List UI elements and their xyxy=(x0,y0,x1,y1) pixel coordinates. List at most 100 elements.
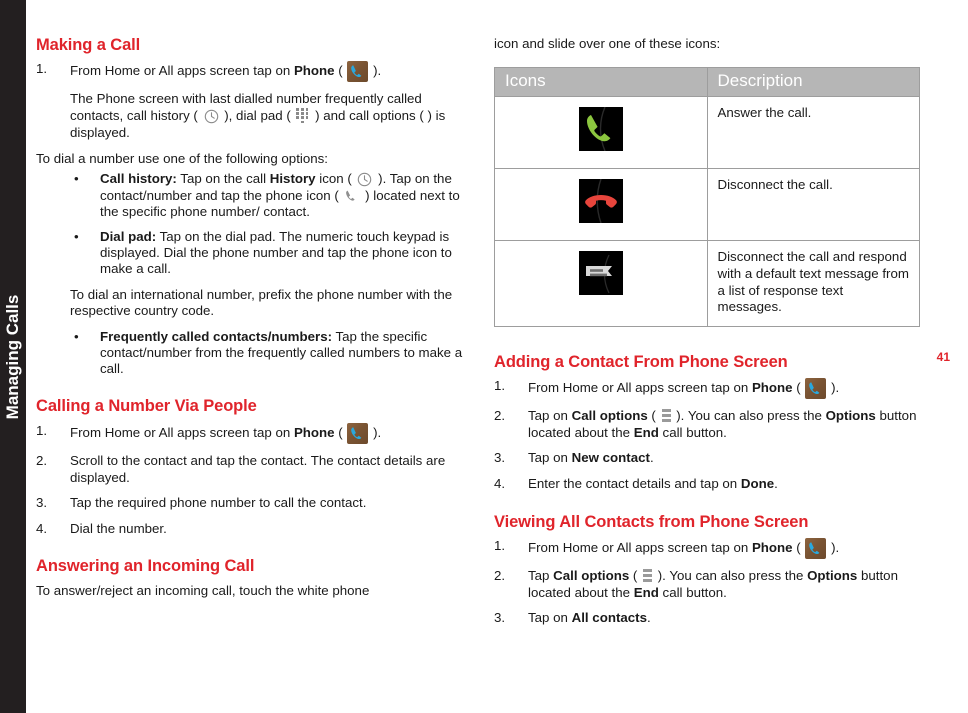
list-item: 1. From Home or All apps screen tap on P… xyxy=(36,422,466,444)
page-number: 41 xyxy=(936,350,950,364)
history-clock-icon xyxy=(204,109,219,124)
step-text-2: . xyxy=(649,450,654,466)
paren-close: ). xyxy=(369,63,382,79)
phone-app-icon xyxy=(805,378,827,400)
left-column: Making a Call 1. From Home or All apps s… xyxy=(36,36,466,608)
bullet-text-2: icon ( xyxy=(315,171,356,187)
heading-making-a-call: Making a Call xyxy=(36,36,141,54)
step-text-pre: From Home or All apps screen tap on xyxy=(528,540,752,556)
bold-phone: Phone xyxy=(751,380,793,396)
list-item: 1. From Home or All apps screen tap on P… xyxy=(36,61,466,83)
list-item: 2. Tap Call options ( ). You can also pr… xyxy=(494,568,934,601)
step-text-5: call button. xyxy=(658,424,727,440)
bullet-label-dial-pad: Dial pad: xyxy=(100,228,157,244)
call-options-icon xyxy=(661,409,671,424)
list-body: Tap Call options ( ). You can also press… xyxy=(528,568,934,601)
list-item: 4. Dial the number. xyxy=(36,521,466,538)
list-body: Frequently called contacts/numbers: Tap … xyxy=(100,329,466,378)
bold-new-contact: New contact xyxy=(571,450,650,466)
cell-description: Answer the call. xyxy=(706,96,920,170)
list-item: 2. Scroll to the contact and tap the con… xyxy=(36,453,466,486)
step-text-1: Tap on xyxy=(528,408,572,424)
list-item: 4. Enter the contact details and tap on … xyxy=(494,476,934,493)
list-body: Call history: Tap on the call History ic… xyxy=(100,171,466,220)
list-item: 3. Tap on All contacts. xyxy=(494,610,934,627)
step-text-pre: From Home or All apps screen tap on xyxy=(70,424,294,440)
list-item: • Dial pad: Tap on the dial pad. The num… xyxy=(70,229,466,278)
list-item: 3. Tap on New contact. xyxy=(494,450,934,467)
desc-part-2: ), dial pad ( xyxy=(220,108,295,124)
list-body: Tap on Call options ( ). You can also pr… xyxy=(528,408,934,441)
list-body: From Home or All apps screen tap on Phon… xyxy=(528,378,934,400)
paren-close: ). xyxy=(827,380,840,396)
list-number: 3. xyxy=(36,495,48,511)
right-column: icon and slide over one of these icons: … xyxy=(494,36,934,636)
chapter-tab-label: Managing Calls xyxy=(3,294,22,419)
phone-screen-description: The Phone screen with last dialled numbe… xyxy=(70,91,466,141)
step-text-2: . xyxy=(774,476,778,492)
cell-icon xyxy=(494,96,708,170)
bold-end: End xyxy=(633,424,659,440)
reject-with-message-icon xyxy=(578,251,623,296)
paren-open: ( xyxy=(792,380,805,396)
step-text-pre: From Home or All apps screen tap on xyxy=(528,380,752,396)
list-body: Scroll to the contact and tap the contac… xyxy=(70,452,446,485)
manual-page: Managing Calls Making a Call 1. From Hom… xyxy=(0,0,968,713)
bullet-label-call-history: Call history: xyxy=(100,171,177,187)
list-body: Enter the contact details and tap on Don… xyxy=(528,476,934,493)
list-body: From Home or All apps screen tap on Phon… xyxy=(528,538,934,560)
list-number: 2. xyxy=(36,452,48,468)
list-number: 4. xyxy=(36,520,48,536)
column-header-description: Description xyxy=(706,66,920,98)
answering-text: To answer/reject an incoming call, touch… xyxy=(36,582,370,598)
bold-done: Done xyxy=(740,476,775,492)
list-item: 2. Tap on Call options ( ). You can also… xyxy=(494,408,934,441)
list-item: 3. Tap the required phone number to call… xyxy=(36,495,466,512)
bold-call-options: Call options xyxy=(571,408,648,424)
table-header-row: Icons Description xyxy=(494,66,920,98)
answer-call-icon xyxy=(578,107,623,152)
bullet-marker: • xyxy=(74,328,79,344)
column-header-icons: Icons xyxy=(494,66,708,98)
table-row: Disconnect the call and respond with a d… xyxy=(494,240,920,327)
step-text-3: ). You can also press the xyxy=(672,408,826,424)
step-text-3: ). You can also press the xyxy=(654,568,808,584)
to-dial-intro: To dial a number use one of the followin… xyxy=(36,150,328,166)
bullet-marker: • xyxy=(74,228,79,244)
list-number: 1. xyxy=(494,538,506,554)
heading-calling-via-people: Calling a Number Via People xyxy=(36,397,257,416)
cell-icon xyxy=(494,240,708,327)
bold-phone: Phone xyxy=(293,63,335,79)
list-item: • Frequently called contacts/numbers: Ta… xyxy=(70,329,466,378)
step-text-1: Tap on xyxy=(528,450,572,466)
heading-viewing-all-contacts: Viewing All Contacts from Phone Screen xyxy=(494,512,809,531)
call-options-icon xyxy=(643,569,653,584)
step-text-1: Enter the contact details and tap on xyxy=(528,476,741,492)
list-item: • Call history: Tap on the call History … xyxy=(70,171,466,220)
list-body: Tap on New contact. xyxy=(528,450,934,467)
step-text-2: ( xyxy=(647,408,660,424)
bullet-text-1: Tap on the call xyxy=(176,171,270,187)
step-text-2: . xyxy=(647,610,651,626)
list-body: From Home or All apps screen tap on Phon… xyxy=(70,61,466,83)
bold-phone: Phone xyxy=(293,424,335,440)
table-row: Disconnect the call. xyxy=(494,168,920,242)
list-body: From Home or All apps screen tap on Phon… xyxy=(70,422,466,444)
paren-open: ( xyxy=(334,63,347,79)
heading-adding-contact: Adding a Contact From Phone Screen xyxy=(494,352,788,371)
step-text-5: call button. xyxy=(658,584,727,600)
list-number: 4. xyxy=(494,476,506,492)
bullet-label-frequently-called: Frequently called contacts/numbers: xyxy=(100,328,333,344)
cell-description: Disconnect the call. xyxy=(706,168,920,242)
list-number: 1. xyxy=(36,422,48,438)
phone-app-icon xyxy=(347,61,369,83)
phone-handset-icon xyxy=(344,189,359,203)
bold-end: End xyxy=(633,584,659,600)
paren-open: ( xyxy=(334,424,347,440)
international-dial-note: To dial an international number, prefix … xyxy=(70,286,453,319)
paren-close: ). xyxy=(827,540,840,556)
list-number: 3. xyxy=(494,610,506,626)
list-item: 1. From Home or All apps screen tap on P… xyxy=(494,378,934,400)
cell-icon xyxy=(494,168,708,242)
step-text-1: Tap on xyxy=(528,610,572,626)
